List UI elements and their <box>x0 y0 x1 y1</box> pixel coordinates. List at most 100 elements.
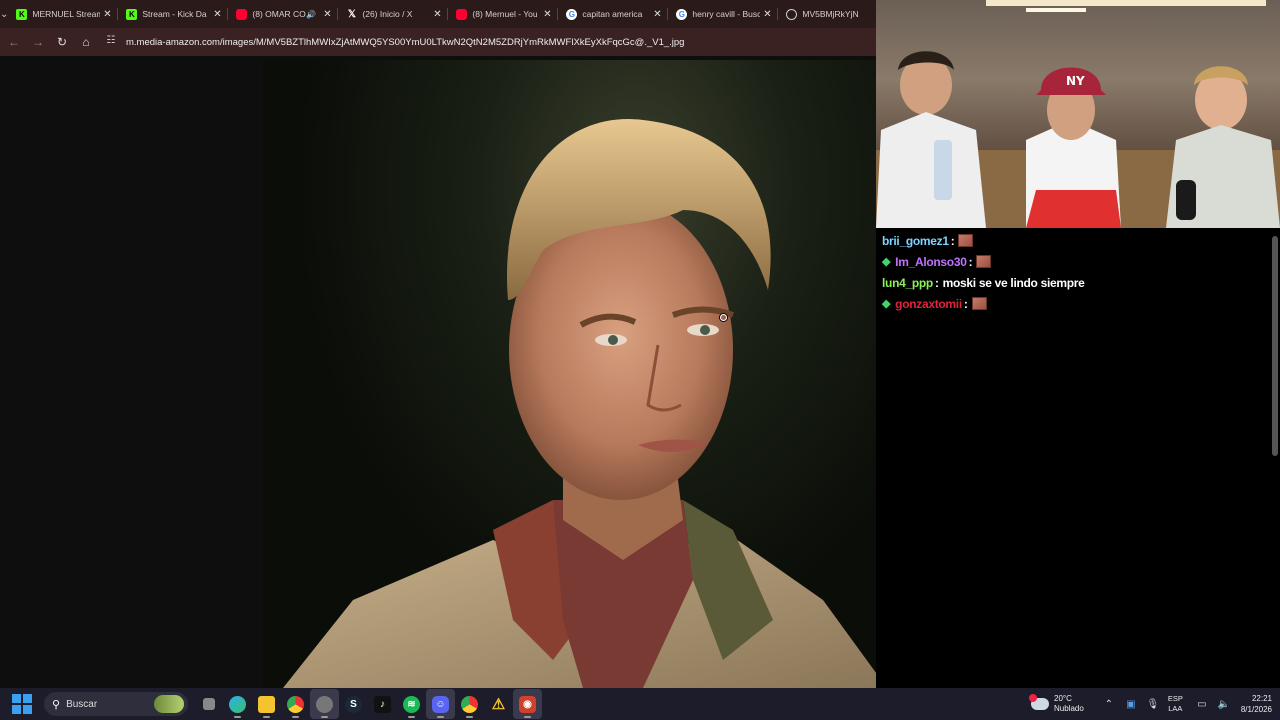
chrome-icon <box>287 695 304 713</box>
language-indicator[interactable]: ESP LAA <box>1168 694 1183 714</box>
chrome-app[interactable] <box>281 689 310 719</box>
google-icon: G <box>676 8 688 20</box>
language-code: ESP <box>1167 694 1183 703</box>
discord-app[interactable]: ☺ <box>426 689 455 719</box>
close-tab-icon[interactable]: ✕ <box>540 9 554 20</box>
address-bar[interactable]: ☷ m.media-amazon.com/images/M/MV5BZTlhMW… <box>104 31 876 53</box>
network-icon[interactable]: ▭ <box>1191 699 1213 710</box>
chat-message: brii_gomez1 : <box>882 230 1274 251</box>
x-icon: 𝕏 <box>347 8 356 20</box>
chat-username[interactable]: lun4_ppp <box>882 276 933 290</box>
portrait-photo[interactable] <box>263 60 887 688</box>
emote-icon <box>958 234 974 247</box>
tab-title: MV5BMjRkYjN <box>802 9 859 19</box>
warning-app[interactable]: ⚠ <box>484 689 513 719</box>
taskbar-search[interactable]: ⚲ Buscar <box>44 692 188 716</box>
chevron-up-icon[interactable]: ⌃ <box>1098 699 1120 710</box>
svg-text:NY: NY <box>1066 74 1085 88</box>
task-view-icon <box>202 698 215 710</box>
tab-title: henry cavill - Busc <box>692 9 761 19</box>
obs-icon: ◉ <box>519 695 536 713</box>
chat-separator: : <box>963 296 968 311</box>
speaker-icon[interactable]: 🔊 <box>306 10 316 19</box>
steam-app[interactable]: S <box>339 689 368 719</box>
chat-username[interactable]: Im_Alonso30 <box>895 255 967 269</box>
youtube-icon <box>236 8 248 20</box>
close-tab-icon[interactable]: ✕ <box>100 9 114 20</box>
emote-icon <box>971 297 987 310</box>
chat-separator: : <box>968 254 973 269</box>
tiktok-app[interactable]: ♪ <box>368 689 397 719</box>
reload-icon[interactable]: ↻ <box>50 28 74 56</box>
emote-icon <box>976 255 992 268</box>
spotify-app[interactable]: ≋ <box>397 689 426 719</box>
file-explorer-app[interactable] <box>252 689 281 719</box>
keyboard-layout: LAA <box>1168 704 1183 713</box>
url-text: m.media-amazon.com/images/M/MV5BZTlhMWIx… <box>126 36 685 48</box>
search-highlight-image <box>154 695 184 713</box>
tab-title: (26) Inicio / X <box>362 9 413 19</box>
chat-separator: : <box>950 233 955 248</box>
edge-app[interactable] <box>223 689 252 719</box>
mouse-cursor <box>720 314 727 321</box>
globe-icon <box>786 8 798 20</box>
forward-arrow-icon[interactable]: → <box>26 28 50 56</box>
start-button[interactable] <box>12 694 32 714</box>
weather-temp: 20°C <box>1054 694 1072 703</box>
portrait-illustration <box>283 119 887 688</box>
task-view-button[interactable] <box>194 689 223 719</box>
browser-toolbar: ← → ↻ ⌂ ☷ m.media-amazon.com/images/M/MV… <box>0 28 876 56</box>
security-icon[interactable]: ▣ <box>1120 699 1142 710</box>
discord-icon: ☺ <box>432 695 449 713</box>
tab-search-chevron-icon[interactable]: ⌄ <box>0 0 8 28</box>
chat-message: lun4_ppp : moski se ve lindo siempre <box>882 272 1274 293</box>
steam-icon: S <box>345 695 362 713</box>
chat-message: ◆ Im_Alonso30 : <box>882 251 1274 272</box>
close-tab-icon[interactable]: ✕ <box>320 9 334 20</box>
weather-widget[interactable]: 20°C Nublado <box>1029 694 1084 714</box>
chat-username[interactable]: gonzaxtomii <box>895 297 962 311</box>
clock[interactable]: 22:21 8/1/2026 <box>1241 693 1272 715</box>
chat-username[interactable]: brii_gomez1 <box>882 234 949 248</box>
windows-taskbar: ⚲ Buscar S ♪ ≋ ☺ ⚠ ◉ 20°C Nublado ⌃ ▣ 🎙 … <box>0 688 1280 720</box>
scrollbar-thumb[interactable] <box>1272 236 1278 456</box>
page-scrollbar[interactable] <box>1272 232 1278 686</box>
site-info-icon[interactable]: ☷ <box>104 35 118 49</box>
webcam-scene: NY <box>876 0 1280 228</box>
spotify-icon: ≋ <box>403 695 420 713</box>
close-tab-icon[interactable]: ✕ <box>430 9 444 20</box>
clock-date: 8/1/2026 <box>1240 705 1272 714</box>
youtube-icon <box>456 8 468 20</box>
taskbar-apps: S ♪ ≋ ☺ ⚠ ◉ <box>194 689 542 719</box>
back-arrow-icon[interactable]: ← <box>2 28 26 56</box>
stream-chat: brii_gomez1 : ◆ Im_Alonso30 : lun4_ppp :… <box>876 228 1280 688</box>
streamer-webcam: NY <box>876 0 1280 228</box>
chrome-app-2[interactable] <box>455 689 484 719</box>
tab-mernuel-youtube[interactable]: (8) Mernuel - You ✕ <box>448 0 559 28</box>
chrome-icon <box>461 695 478 713</box>
tab-title: (8) OMAR CO <box>252 9 306 19</box>
close-tab-icon[interactable]: ✕ <box>210 9 224 20</box>
image-viewer <box>0 56 1006 688</box>
tab-mernuel-stream[interactable]: K MERNUEL Stream ✕ <box>8 0 119 28</box>
tab-kick-dashboard[interactable]: K Stream - Kick Da ✕ <box>118 0 229 28</box>
close-tab-icon[interactable]: ✕ <box>760 9 774 20</box>
edge-icon <box>229 695 246 713</box>
microphone-icon[interactable]: 🎙 <box>1142 699 1164 710</box>
home-icon[interactable]: ⌂ <box>74 28 98 56</box>
tab-x-home[interactable]: 𝕏 (26) Inicio / X ✕ <box>338 0 449 28</box>
tab-henry-cavill[interactable]: G henry cavill - Busc ✕ <box>668 0 779 28</box>
system-tray: 20°C Nublado ⌃ ▣ 🎙 ESP LAA ▭ 🔈 22:21 8/1… <box>1029 688 1280 720</box>
chrome-profile-app[interactable] <box>310 689 339 719</box>
kick-icon: K <box>16 8 28 20</box>
close-tab-icon[interactable]: ✕ <box>650 9 664 20</box>
subscriber-badge-icon: ◆ <box>882 256 891 268</box>
search-icon: ⚲ <box>52 698 61 711</box>
tab-capitan-america[interactable]: G capitan america ✕ <box>558 0 669 28</box>
tab-image-active[interactable]: MV5BMjRkYjN <box>778 0 876 28</box>
volume-icon[interactable]: 🔈 <box>1213 699 1235 710</box>
tab-omar-youtube[interactable]: (8) OMAR CO 🔊 ✕ <box>228 0 339 28</box>
chat-message: ◆ gonzaxtomii : <box>882 293 1274 314</box>
obs-app[interactable]: ◉ <box>513 689 542 719</box>
subscriber-badge-icon: ◆ <box>882 298 891 310</box>
